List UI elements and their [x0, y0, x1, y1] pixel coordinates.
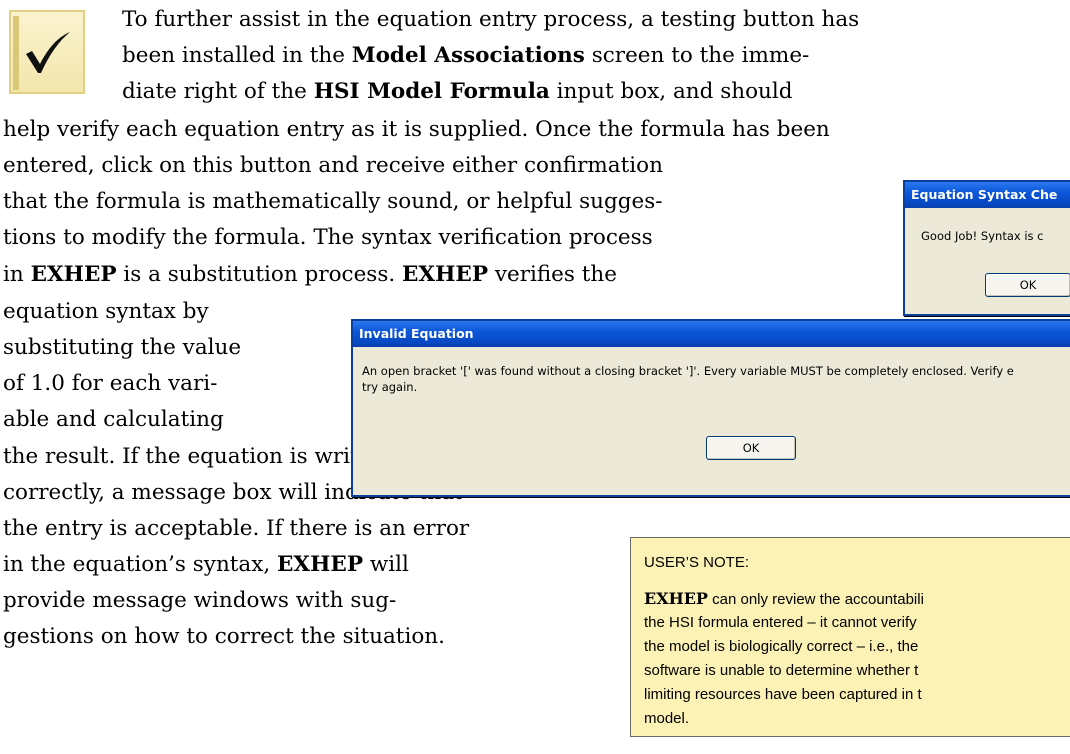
text-segment: of 1.0 for each vari- [3, 371, 218, 396]
dialog-title: Invalid Equation [353, 321, 1070, 347]
dialog-message-line: try again. [362, 380, 418, 394]
text-segment: equation syntax by [3, 299, 209, 324]
text-segment: input box, and should [549, 79, 793, 104]
paragraph-line: entered, click on this button and receiv… [3, 148, 663, 184]
text-segment: entered, click on this button and receiv… [3, 153, 663, 178]
text-segment: To further assist in the equation entry … [122, 7, 860, 32]
text-segment: model. [644, 710, 690, 727]
text-segment: the HSI formula entered – it cannot veri… [644, 614, 917, 631]
users-note-box: USER’S NOTE: EXHEP can only review the a… [630, 537, 1070, 737]
text-segment: been installed in the [122, 43, 352, 68]
paragraph-line: able and calculating [3, 402, 224, 438]
text-segment: tions to modify the formula. The syntax … [3, 225, 653, 250]
text-segment: limiting resources have been captured in… [644, 686, 922, 703]
note-line: software is unable to determine whether … [644, 659, 918, 683]
paragraph-line: equation syntax by [3, 294, 209, 330]
text-segment: can only review the accountabili [707, 591, 924, 608]
text-segment: that the formula is mathematically sound… [3, 189, 663, 214]
text-segment: substituting the value [3, 335, 242, 360]
paragraph-line: tions to modify the formula. The syntax … [3, 220, 653, 256]
bold-term: HSI Model Formula [313, 79, 550, 104]
note-title: USER’S NOTE: [644, 554, 750, 571]
note-line: EXHEP can only review the accountabili [644, 587, 924, 611]
paragraph-line: To further assist in the equation entry … [122, 2, 859, 38]
ok-button[interactable]: OK [706, 436, 796, 460]
paragraph-line: help verify each equation entry as it is… [3, 112, 830, 148]
note-line: model. [644, 707, 689, 731]
paragraph-line: the result. If the equation is written [3, 439, 394, 475]
note-line: limiting resources have been captured in… [644, 683, 922, 707]
bold-term: Model Associations [351, 43, 585, 68]
bold-term: EXHEP [644, 589, 708, 608]
paragraph-line: in EXHEP is a substitution process. EXHE… [3, 257, 617, 293]
paragraph-line: substituting the value [3, 330, 241, 366]
paragraph-line: of 1.0 for each vari- [3, 366, 217, 402]
text-segment: verifies the [487, 262, 617, 287]
dialog-message: An open bracket '[' was found without a … [362, 363, 1070, 395]
note-line: the HSI formula entered – it cannot veri… [644, 611, 917, 635]
paragraph-line: in the equation’s syntax, EXHEP will [3, 547, 409, 583]
text-segment: in [3, 262, 31, 287]
text-segment: able and calculating [3, 407, 224, 432]
text-segment: screen to the imme- [584, 43, 810, 68]
text-segment: diate right of the [122, 79, 314, 104]
text-segment: help verify each equation entry as it is… [3, 117, 830, 142]
bold-term: EXHEP [30, 262, 117, 287]
paragraph-line: been installed in the Model Associations… [122, 38, 809, 74]
ok-button[interactable]: OK [985, 273, 1070, 297]
paragraph-line: diate right of the HSI Model Formula inp… [122, 74, 793, 110]
syntax-check-dialog: Equation Syntax Che Good Job! Syntax is … [903, 180, 1070, 316]
paragraph-line: gestions on how to correct the situation… [3, 619, 445, 655]
text-segment: in the equation’s syntax, [3, 552, 278, 577]
text-segment: provide message windows with sug- [3, 588, 397, 613]
paragraph-line: that the formula is mathematically sound… [3, 184, 663, 220]
bold-term: EXHEP [402, 262, 488, 287]
text-segment: gestions on how to correct the situation… [3, 624, 445, 649]
checkmark-icon [9, 10, 85, 94]
invalid-equation-dialog: Invalid Equation An open bracket '[' was… [351, 319, 1070, 497]
bold-term: EXHEP [277, 552, 363, 577]
text-segment: the result. If the equation is written [3, 444, 394, 469]
paragraph-line: provide message windows with sug- [3, 583, 396, 619]
dialog-title: Equation Syntax Che [905, 182, 1070, 208]
dialog-message-line: An open bracket '[' was found without a … [362, 364, 1014, 378]
text-segment: software is unable to determine whether … [644, 662, 919, 679]
dialog-message: Good Job! Syntax is c [921, 229, 1044, 243]
text-segment: will [362, 552, 409, 577]
text-segment: the model is biologically correct – i.e.… [644, 638, 919, 655]
paragraph-line: the entry is acceptable. If there is an … [3, 511, 469, 547]
note-line: the model is biologically correct – i.e.… [644, 635, 918, 659]
text-segment: the entry is acceptable. If there is an … [3, 516, 470, 541]
text-segment: is a substitution process. [116, 262, 403, 287]
